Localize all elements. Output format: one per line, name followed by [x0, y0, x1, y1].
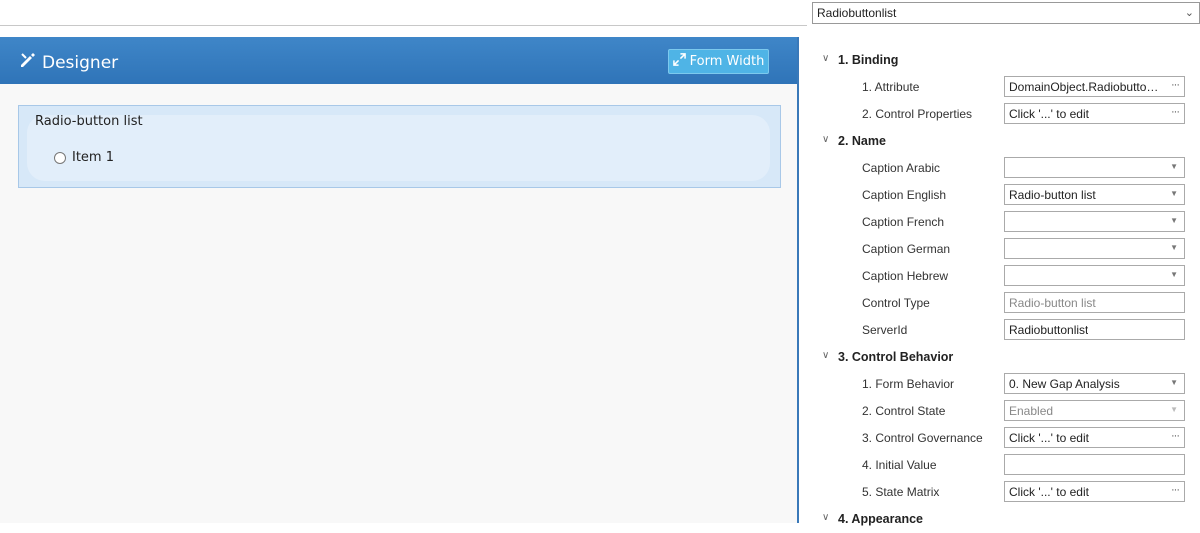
property-value-field[interactable]: Click '...' to edit ···: [1004, 481, 1185, 502]
ellipsis-icon[interactable]: ···: [1171, 106, 1180, 118]
property-value-field[interactable]: 0. New Gap Analysis ▼: [1004, 373, 1185, 394]
radio-option-item-1[interactable]: Item 1: [54, 150, 114, 165]
property-row: ServerId Radiobuttonlist: [807, 317, 1200, 344]
property-value-field[interactable]: ▼: [1004, 238, 1185, 259]
triangle-down-icon[interactable]: ▼: [1170, 243, 1178, 252]
property-value-field[interactable]: Click '...' to edit ···: [1004, 427, 1185, 448]
property-value-field[interactable]: Radio-button list ▼: [1004, 184, 1185, 205]
radio-button-list-caption: Radio-button list: [35, 114, 143, 129]
property-label: Caption English: [862, 188, 947, 202]
property-label: 2. Control Properties: [862, 107, 973, 121]
category-row[interactable]: ∨ 4. Appearance: [807, 506, 1200, 533]
property-row: Caption German ▼: [807, 236, 1200, 263]
properties-panel: Radiobuttonlist ⌄ ∨ 1. Binding 1. Attribut…: [807, 0, 1200, 526]
designer-title-text: Designer: [42, 52, 119, 73]
form-width-label: Form Width: [689, 54, 765, 69]
chevron-down-icon[interactable]: ∨: [822, 512, 829, 523]
designer-pane: Designer Form Width Radio-button list It…: [0, 37, 799, 523]
category-row[interactable]: ∨ 3. Control Behavior: [807, 344, 1200, 371]
category-row[interactable]: ∨ 1. Binding: [807, 47, 1200, 74]
property-value: Radio-button list: [1009, 188, 1096, 202]
chevron-down-icon[interactable]: ∨: [822, 350, 829, 361]
property-value-field[interactable]: DomainObject.Radiobuttonli... ···: [1004, 76, 1185, 97]
property-value: Radiobuttonlist: [1009, 323, 1089, 337]
radio-option-label: Item 1: [72, 150, 114, 165]
property-value-field[interactable]: ▼: [1004, 211, 1185, 232]
property-value: 0. New Gap Analysis: [1009, 377, 1120, 391]
property-row: 2. Control State Enabled ▼: [807, 398, 1200, 425]
chevron-down-icon[interactable]: ∨: [822, 134, 829, 145]
chevron-down-icon[interactable]: ∨: [822, 53, 829, 64]
triangle-down-icon[interactable]: ▼: [1170, 270, 1178, 279]
property-value-field[interactable]: Radiobuttonlist: [1004, 319, 1185, 340]
property-label: 4. Initial Value: [862, 458, 937, 472]
property-value-field[interactable]: ▼: [1004, 265, 1185, 286]
property-label: 1. Form Behavior: [862, 377, 955, 391]
top-toolbar-strip: [0, 0, 807, 26]
property-value: Enabled: [1009, 404, 1054, 418]
radio-circle-icon[interactable]: [54, 151, 66, 164]
triangle-down-icon[interactable]: ▼: [1170, 216, 1178, 225]
property-row: Control Type Radio-button list: [807, 290, 1200, 317]
ellipsis-icon[interactable]: ···: [1171, 484, 1180, 496]
triangle-down-icon[interactable]: ▼: [1170, 162, 1178, 171]
triangle-down-icon: ▼: [1170, 405, 1178, 414]
object-selector-value: Radiobuttonlist: [817, 6, 897, 20]
property-row: Caption French ▼: [807, 209, 1200, 236]
property-row: Caption English Radio-button list ▼: [807, 182, 1200, 209]
property-value-field: Enabled ▼: [1004, 400, 1185, 421]
form-width-button[interactable]: Form Width: [668, 49, 769, 74]
property-label: Caption German: [862, 242, 951, 256]
property-row: 3. Control Governance Click '...' to edit…: [807, 425, 1200, 452]
property-label: Caption Hebrew: [862, 269, 949, 283]
property-value-field[interactable]: Click '...' to edit ···: [1004, 103, 1185, 124]
property-label: Caption French: [862, 215, 945, 229]
property-row: Caption Hebrew ▼: [807, 263, 1200, 290]
property-value-field[interactable]: [1004, 454, 1185, 475]
property-label: 2. Control State: [862, 404, 946, 418]
property-value: Radio-button list: [1009, 296, 1096, 310]
property-row: Caption Arabic ▼: [807, 155, 1200, 182]
property-value: DomainObject.Radiobuttonli...: [1009, 80, 1159, 94]
property-label: 5. State Matrix: [862, 485, 940, 499]
category-label: 1. Binding: [838, 53, 899, 67]
property-value: Click '...' to edit: [1009, 431, 1089, 445]
category-label: 2. Name: [838, 134, 886, 148]
property-label: 1. Attribute: [862, 80, 920, 94]
property-label: Control Type: [862, 296, 930, 310]
object-selector-dropdown[interactable]: Radiobuttonlist ⌄: [812, 2, 1200, 24]
radio-button-list-control[interactable]: Radio-button list Item 1: [18, 105, 781, 188]
property-value: Click '...' to edit: [1009, 485, 1089, 499]
designer-title: Designer: [18, 50, 118, 75]
property-value-field[interactable]: ▼: [1004, 157, 1185, 178]
expand-arrows-icon: [672, 53, 686, 70]
property-label: Caption Arabic: [862, 161, 941, 175]
triangle-down-icon[interactable]: ▼: [1170, 189, 1178, 198]
category-row[interactable]: ∨ 2. Name: [807, 128, 1200, 155]
property-value-field: Radio-button list: [1004, 292, 1185, 313]
property-row: 4. Initial Value: [807, 452, 1200, 479]
pencil-ruler-icon: [18, 50, 38, 75]
property-row: 1. Attribute DomainObject.Radiobuttonli..…: [807, 74, 1200, 101]
ellipsis-icon[interactable]: ···: [1171, 430, 1180, 442]
property-value: Click '...' to edit: [1009, 107, 1089, 121]
property-label: 3. Control Governance: [862, 431, 983, 445]
property-label: ServerId: [862, 323, 908, 337]
property-row: 2. Control Properties Click '...' to edit…: [807, 101, 1200, 128]
category-label: 4. Appearance: [838, 512, 923, 526]
designer-header: Designer Form Width: [0, 37, 797, 84]
ellipsis-icon[interactable]: ···: [1171, 79, 1180, 91]
chevron-down-icon: ⌄: [1184, 7, 1194, 19]
category-label: 3. Control Behavior: [838, 350, 954, 364]
triangle-down-icon[interactable]: ▼: [1170, 378, 1178, 387]
property-row: 5. State Matrix Click '...' to edit ···: [807, 479, 1200, 506]
property-row: 1. Form Behavior 0. New Gap Analysis ▼: [807, 371, 1200, 398]
